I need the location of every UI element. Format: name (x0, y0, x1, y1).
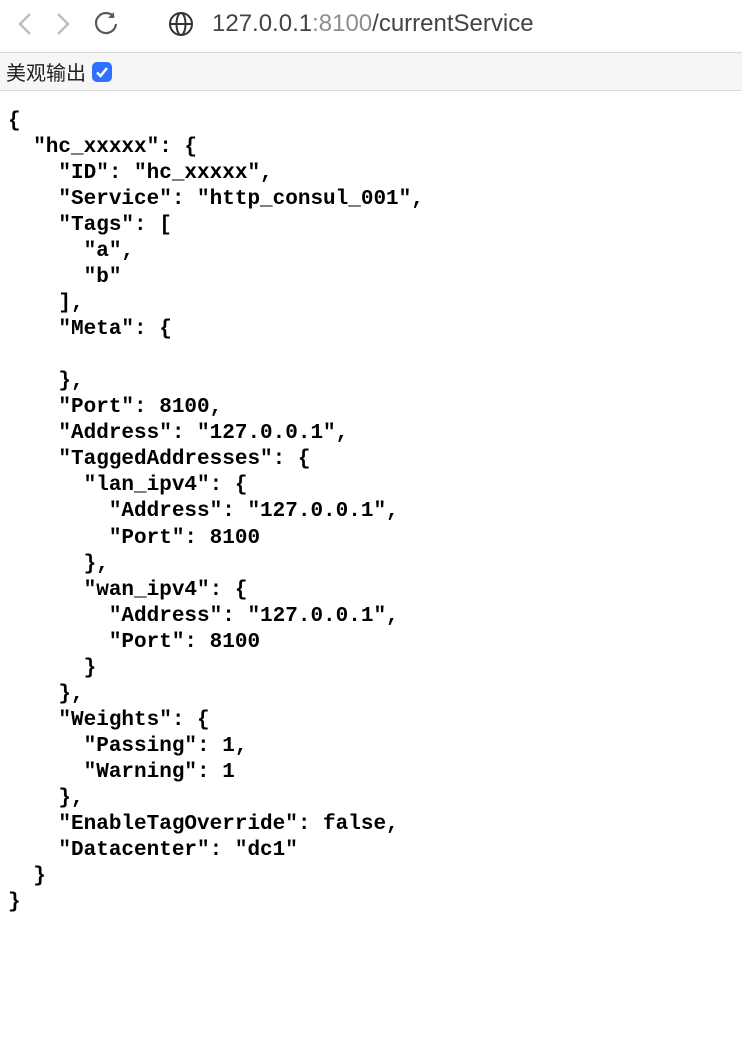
pretty-print-label: 美观输出 (6, 57, 86, 86)
refresh-button[interactable] (94, 12, 118, 36)
forward-button[interactable] (56, 12, 70, 36)
pretty-print-bar: 美观输出 (0, 52, 742, 91)
globe-icon (168, 11, 194, 37)
json-body: { "hc_xxxxx": { "ID": "hc_xxxxx", "Servi… (0, 91, 742, 924)
back-button[interactable] (18, 12, 32, 36)
address-bar[interactable]: 127.0.0.1:8100/currentService (212, 10, 534, 38)
url-port: :8100 (312, 10, 372, 38)
pretty-print-checkbox[interactable] (92, 62, 112, 82)
browser-toolbar: 127.0.0.1:8100/currentService (0, 0, 742, 52)
url-host: 127.0.0.1 (212, 10, 312, 38)
url-path: /currentService (372, 10, 533, 38)
